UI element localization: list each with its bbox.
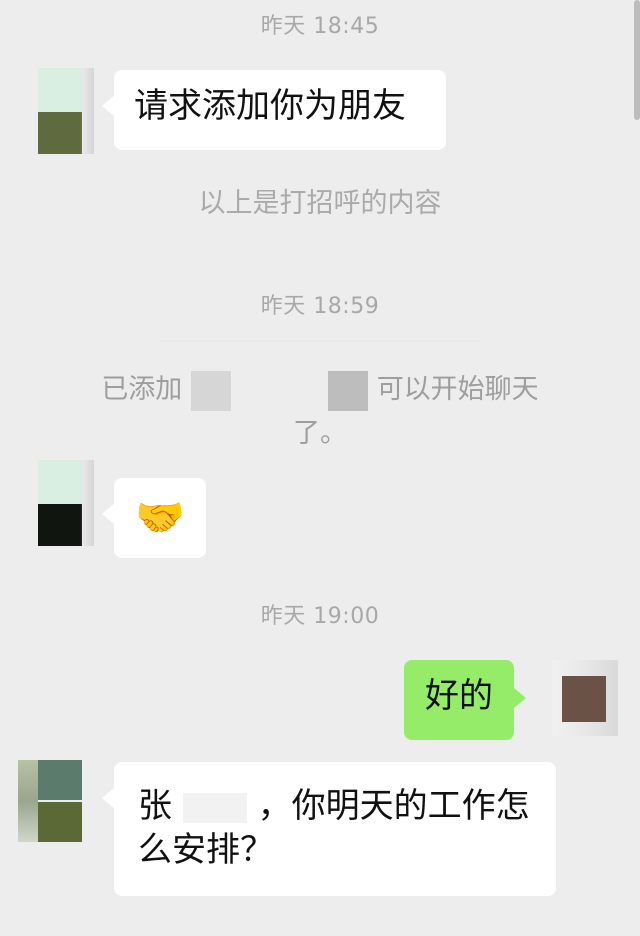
chat-screen: 昨天 18:45 请求添加你为朋友 以上是打招呼的内容 昨天 18:59 已添加… [0,0,640,936]
system-added-suffix: 可以开始聊天 [376,374,539,405]
message-text: 张 [138,786,172,826]
handshake-icon: 🤝 [135,495,185,541]
system-added-notice: 已添加 可以开始聊天 [0,370,640,411]
message-bubble-incoming[interactable]: 张 ，你明天的工作怎 么安排？ [102,762,556,896]
system-added-line2: 了。 [293,418,347,449]
message-line: 张 ，你明天的工作怎 [138,784,532,828]
redacted-name-block [190,370,231,411]
timestamp: 昨天 19:00 [260,604,380,629]
user-avatar[interactable] [552,660,618,736]
contact-avatar[interactable] [38,460,94,546]
message-line: 么安排？ [138,828,532,872]
message-text: ，你明天的工作怎 [257,786,530,826]
message-bubble-incoming[interactable]: 🤝 [102,478,206,558]
redacted-name-block [182,792,247,823]
message-bubble-outgoing[interactable]: 好的 [404,660,526,740]
message-text: 好的 [425,676,493,716]
timestamp: 昨天 18:59 [260,294,380,319]
redaction-line [160,340,480,342]
redacted-name-block [328,370,369,411]
contact-avatar[interactable] [18,760,84,850]
message-text: 请求添加你为朋友 [134,86,406,126]
system-note: 以上是打招呼的内容 [198,188,442,219]
message-text: 么安排？ [138,830,274,871]
timestamp: 昨天 18:45 [260,14,380,39]
message-bubble-incoming[interactable]: 请求添加你为朋友 [102,70,446,150]
system-added-prefix: 已添加 [101,374,183,405]
contact-avatar[interactable] [38,68,94,154]
